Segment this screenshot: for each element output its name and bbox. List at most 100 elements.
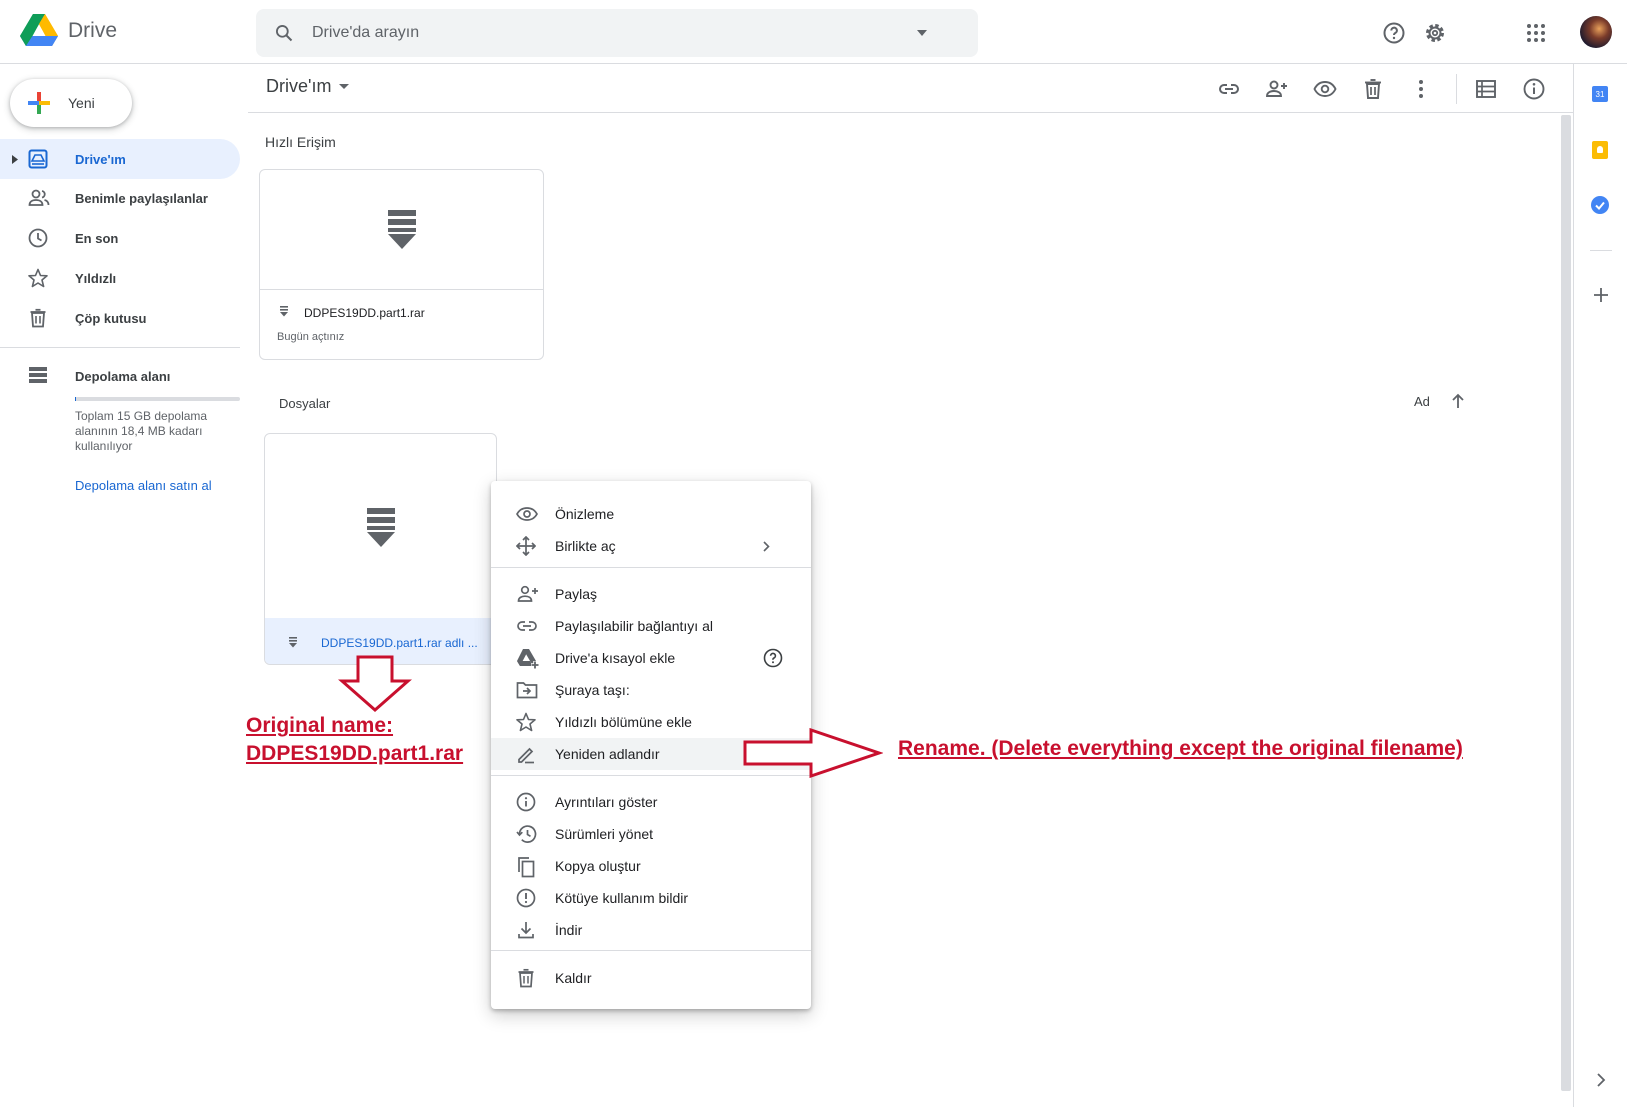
sidebar-item-label: Yıldızlı [75,270,117,286]
move-arrows-icon [516,536,536,556]
sidebar-item-label: Benimle paylaşılanlar [75,190,208,206]
chevron-right-icon[interactable] [1596,1073,1606,1087]
download-icon [518,922,534,939]
breadcrumb[interactable]: Drive'ım [266,76,350,97]
person-add-icon[interactable] [1265,77,1289,101]
storage-stack-icon [29,367,47,383]
menu-item-label: Yıldızlı bölümüne ekle [555,714,692,730]
archive-file-icon [388,210,416,249]
plus-colored-icon [28,92,50,114]
menu-separator [491,567,811,568]
storage-usage-text: Toplam 15 GB depolama alanının 18,4 MB k… [75,409,208,453]
search-options-chevron-icon[interactable] [916,29,928,37]
quick-access-card[interactable]: DDPES19DD.part1.rar Bugün açtınız [259,169,544,360]
sidebar-item-my-drive[interactable]: Drive'ım [0,139,240,179]
menu-item-label: Yeniden adlandır [555,746,660,762]
menu-item-add-shortcut[interactable]: Drive'a kısayol ekle [491,642,811,674]
menu-item-open-with[interactable]: Birlikte aç [491,530,811,562]
trash-icon[interactable] [1361,77,1385,101]
toolbar: Drive'ım [248,64,1573,113]
info-icon [516,792,536,812]
sidebar-item-storage[interactable]: Depolama alanı [0,356,240,396]
expand-caret-icon[interactable] [12,155,18,164]
info-icon[interactable] [1522,77,1546,101]
side-panel-divider [1590,250,1612,251]
sidebar-item-trash[interactable]: Çöp kutusu [0,298,240,338]
file-name: DDPES19DD.part1.rar [304,306,425,320]
sidebar-item-recent[interactable]: En son [0,218,240,258]
sidebar-item-starred[interactable]: Yıldızlı [0,258,240,298]
add-addon-plus-icon[interactable] [1593,287,1609,303]
avatar[interactable] [1580,16,1612,48]
menu-item-move-to[interactable]: Şuraya taşı: [491,674,811,706]
eye-icon[interactable] [1313,77,1337,101]
more-vert-icon[interactable] [1409,77,1433,101]
menu-item-share[interactable]: Paylaş [491,578,811,610]
menu-item-download[interactable]: İndir [491,914,811,946]
drive-logo-icon [20,14,58,46]
help-icon[interactable] [1382,21,1406,45]
file-name: DDPES19DD.part1.rar adlı ... [321,636,478,650]
menu-item-get-link[interactable]: Paylaşılabilir bağlantıyı al [491,610,811,642]
menu-item-label: Paylaşılabilir bağlantıyı al [555,618,713,634]
menu-item-label: Drive'a kısayol ekle [555,650,676,666]
submenu-chevron-icon [763,541,770,552]
copy-icon [518,857,535,878]
app-title: Drive [68,19,118,42]
menu-item-label: Kaldır [555,970,592,986]
buy-storage-link[interactable]: Depolama alanı satın al [75,478,212,493]
search-icon[interactable] [274,23,294,43]
keep-icon[interactable] [1592,141,1608,159]
menu-item-make-copy[interactable]: Kopya oluştur [491,850,811,882]
chevron-down-icon [339,83,350,89]
archive-small-icon [289,637,297,648]
my-drive-icon [28,149,48,169]
archive-small-icon [280,306,288,317]
trash-icon [30,308,46,328]
pencil-icon [518,747,534,764]
card-divider [260,289,543,290]
breadcrumb-my-drive: Drive'ım [266,76,332,96]
star-icon [28,268,48,288]
menu-item-label: Şuraya taşı: [555,682,630,698]
tasks-icon[interactable] [1591,196,1609,214]
storage-meter [75,397,240,401]
menu-item-label: Birlikte aç [555,538,616,554]
sort-arrow-up-icon[interactable] [1451,393,1465,409]
sort-by-name[interactable]: Ad [1414,394,1430,409]
file-card[interactable]: DDPES19DD.part1.rar adlı ... [264,433,497,665]
eye-icon [516,507,538,521]
calendar-icon[interactable]: 31 [1592,86,1608,102]
sidebar-divider [0,347,240,348]
clock-icon [28,228,48,248]
new-button[interactable]: Yeni [10,79,132,127]
menu-item-label: Sürümleri yönet [555,826,654,842]
annotation-original-name: Original name: DDPES19DD.part1.rar [246,714,464,765]
archive-file-icon [367,508,395,547]
move-folder-icon [516,682,538,699]
vertical-scrollbar[interactable] [1561,115,1571,1091]
apps-grid-icon[interactable] [1526,23,1546,43]
drive-logo[interactable]: Drive [20,14,117,48]
settings-gear-icon[interactable] [1423,21,1447,45]
help-icon[interactable] [763,648,783,668]
top-bar: Drive [0,0,1627,64]
sidebar-item-shared[interactable]: Benimle paylaşılanlar [0,178,240,218]
menu-item-remove[interactable]: Kaldır [491,962,811,994]
link-icon[interactable] [1217,77,1241,101]
new-button-label: Yeni [68,95,95,111]
menu-item-label: Paylaş [555,586,598,602]
menu-item-manage-versions[interactable]: Sürümleri yönet [491,818,811,850]
search-bar[interactable] [256,9,978,57]
tasks-check-icon [1595,201,1605,210]
toolbar-divider [1456,74,1457,104]
menu-item-preview[interactable]: Önizleme [491,498,811,530]
menu-item-report-abuse[interactable]: Kötüye kullanım bildir [491,882,811,914]
menu-item-label: İndir [555,922,583,938]
list-view-icon[interactable] [1474,77,1498,101]
person-add-icon [517,585,538,602]
menu-item-label: Önizleme [555,506,615,522]
menu-item-view-details[interactable]: Ayrıntıları göster [491,786,811,818]
search-input[interactable] [312,9,872,57]
sidebar-item-label: En son [75,230,119,246]
